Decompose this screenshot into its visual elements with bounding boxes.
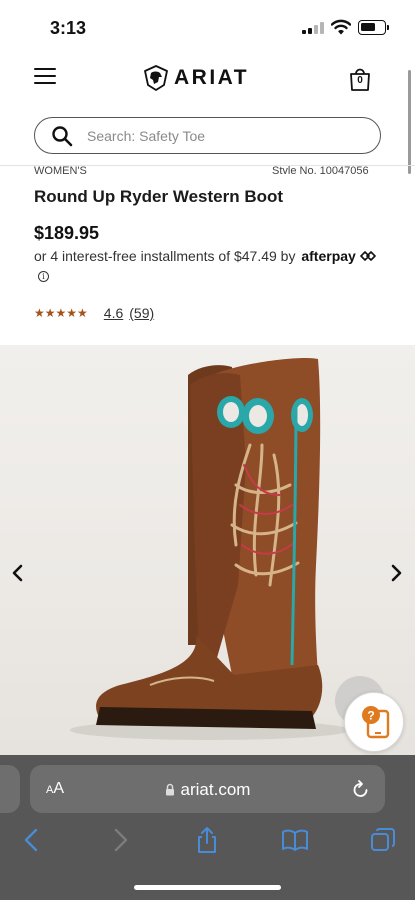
share-icon[interactable] bbox=[193, 826, 221, 854]
browser-bottom-bar: AA ariat.com bbox=[0, 755, 415, 900]
shopping-bag-icon[interactable]: 0 bbox=[348, 66, 372, 92]
installments-text: or 4 interest-free installments of $47.4… bbox=[34, 248, 376, 264]
product-category: WOMEN'S bbox=[34, 165, 87, 174]
reload-icon[interactable] bbox=[352, 779, 370, 799]
url-text: ariat.com bbox=[180, 780, 251, 799]
product-meta-row: WOMEN'S Style No. 10047056 bbox=[0, 160, 415, 174]
info-icon[interactable]: i bbox=[38, 271, 49, 282]
afterpay-label[interactable]: afterpay bbox=[301, 248, 355, 264]
site-header: ARIAT 0 bbox=[0, 54, 415, 104]
cellular-signal-icon bbox=[302, 22, 324, 34]
chevron-right-icon[interactable] bbox=[388, 563, 404, 583]
chevron-left-icon[interactable] bbox=[10, 563, 26, 583]
svg-text:?: ? bbox=[367, 709, 374, 723]
wifi-icon bbox=[331, 19, 351, 35]
status-time: 3:13 bbox=[50, 18, 87, 38]
rating-value[interactable]: 4.6 bbox=[104, 305, 123, 321]
battery-icon bbox=[358, 20, 389, 35]
horse-logo-icon bbox=[144, 65, 168, 91]
afterpay-logo-icon bbox=[359, 251, 376, 261]
installments-message: or 4 interest-free installments of $47.4… bbox=[34, 248, 296, 264]
address-bar[interactable]: AA ariat.com bbox=[30, 765, 385, 813]
rating-stars: ★★★★★ bbox=[34, 306, 88, 320]
help-chat-icon: ? bbox=[362, 706, 390, 739]
help-chat-button[interactable]: ? bbox=[344, 692, 404, 752]
hamburger-icon[interactable] bbox=[34, 68, 56, 86]
home-indicator[interactable] bbox=[134, 885, 281, 890]
tabs-icon[interactable] bbox=[369, 826, 397, 854]
product-title: Round Up Ryder Western Boot bbox=[34, 187, 284, 206]
search-input[interactable] bbox=[87, 124, 357, 148]
magnifier-icon[interactable] bbox=[51, 125, 73, 147]
ariat-logo[interactable]: ARIAT bbox=[142, 63, 249, 93]
browser-toolbar bbox=[0, 823, 415, 857]
product-style-number: Style No. 10047056 bbox=[272, 165, 369, 174]
previous-tab-edge[interactable] bbox=[0, 765, 20, 813]
lock-icon bbox=[165, 783, 174, 796]
forward-icon[interactable] bbox=[106, 826, 134, 854]
product-rating[interactable]: ★★★★★ 4.6 (59) bbox=[34, 305, 154, 321]
review-count-link[interactable]: (59) bbox=[129, 305, 154, 321]
logo-text: ARIAT bbox=[174, 66, 250, 89]
page-scrollbar[interactable] bbox=[408, 70, 411, 174]
bookmarks-icon[interactable] bbox=[281, 826, 309, 854]
product-price: $189.95 bbox=[34, 223, 100, 243]
back-icon[interactable] bbox=[18, 826, 46, 854]
cart-count: 0 bbox=[357, 75, 363, 86]
status-bar: 3:13 bbox=[0, 0, 415, 54]
search-bar bbox=[34, 117, 381, 154]
url-display[interactable]: ariat.com bbox=[30, 780, 385, 800]
